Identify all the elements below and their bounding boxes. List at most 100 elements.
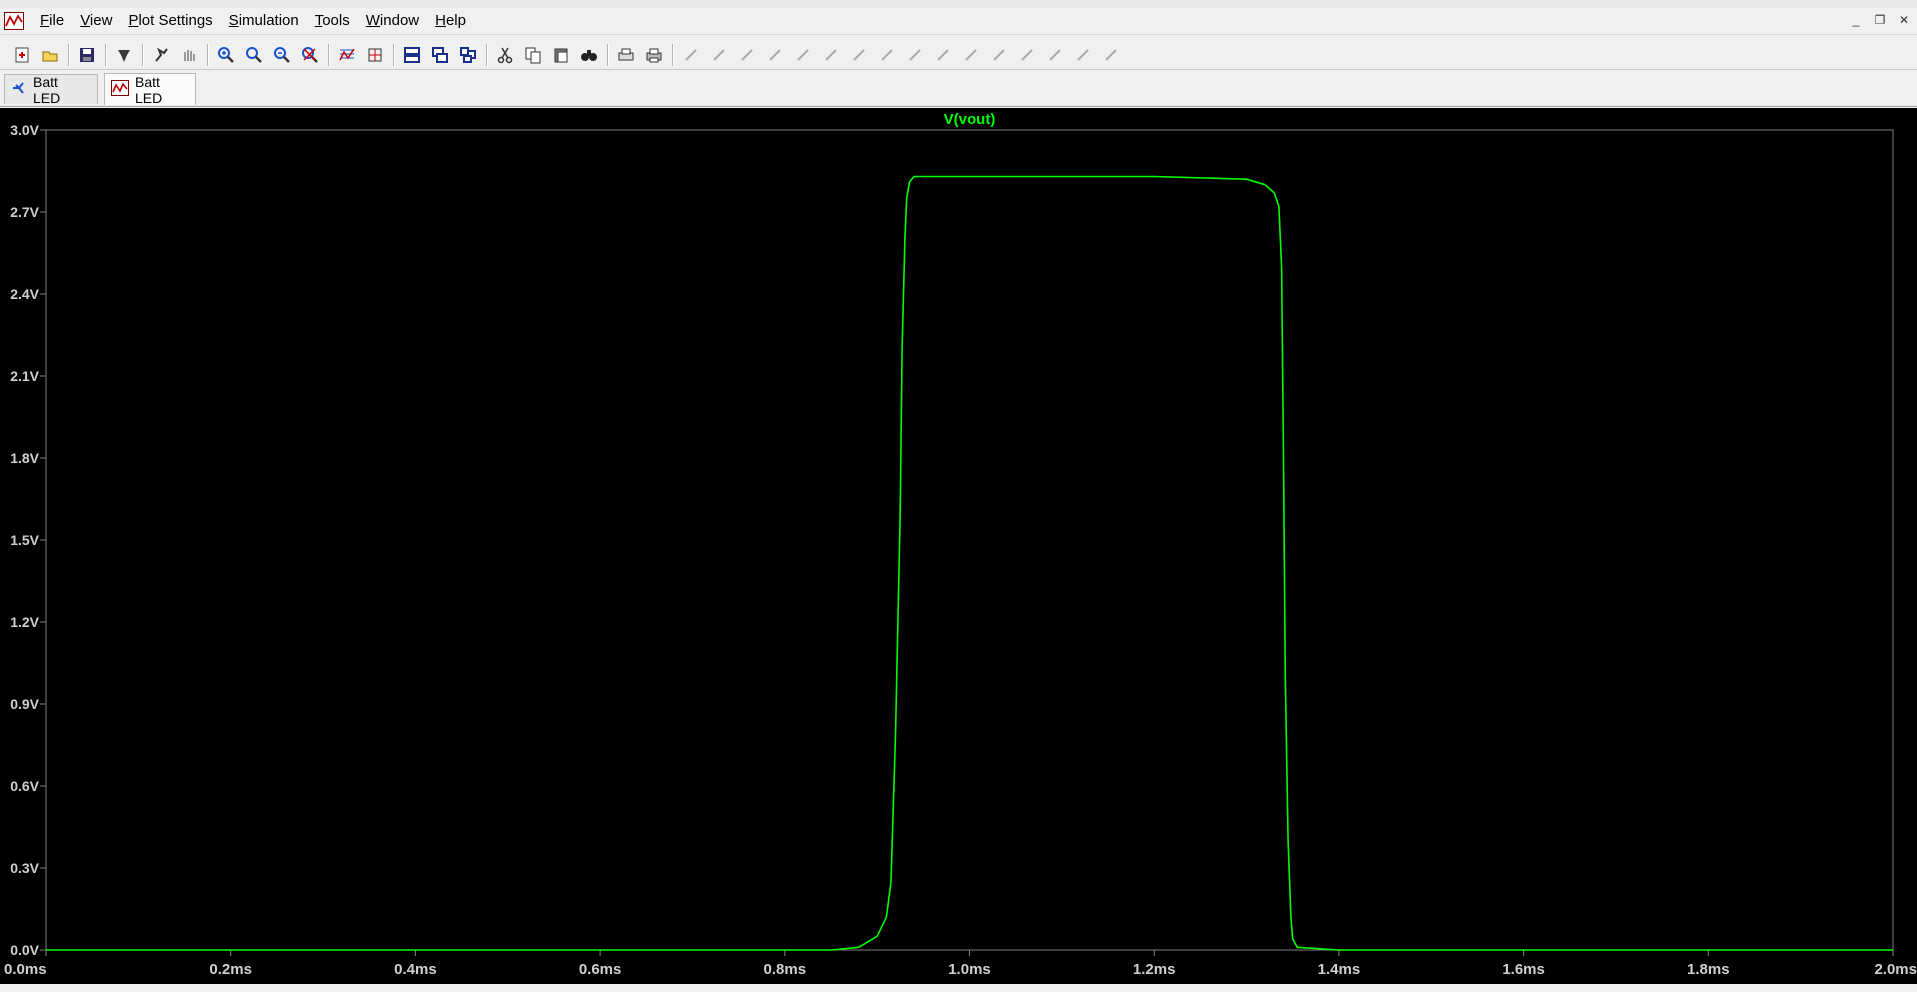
resistor-icon[interactable] xyxy=(762,42,788,68)
print-icon[interactable] xyxy=(641,42,667,68)
plot-frame xyxy=(45,129,1894,951)
y-tick-label: 1.2V xyxy=(10,614,39,630)
y-tick-label: 0.6V xyxy=(10,778,39,794)
menu-tools[interactable]: Tools xyxy=(307,10,358,32)
menu-label-rest: iew xyxy=(89,12,113,29)
zoom-out-icon[interactable] xyxy=(269,42,295,68)
tab-schematic[interactable]: Batt LED xyxy=(4,74,98,106)
open-icon[interactable] xyxy=(37,42,63,68)
control-panel-icon[interactable] xyxy=(111,42,137,68)
label-net-icon[interactable] xyxy=(734,42,760,68)
menu-view[interactable]: View xyxy=(72,10,120,32)
toolbar-separator xyxy=(328,43,329,66)
zoom-fit-icon[interactable] xyxy=(297,42,323,68)
waveform-chart[interactable]: 3.0V 2.7V 2.4V 2.1V 1.8V 1.5V 1.2V 0.9V 0.6V 0.3V… xyxy=(0,108,1917,984)
menu-label-rest: imulation xyxy=(238,12,299,29)
x-tick-label: 2.0ms xyxy=(1874,961,1917,978)
halt-icon[interactable] xyxy=(176,42,202,68)
new-schematic-icon[interactable] xyxy=(9,42,35,68)
x-tick-label: 1.4ms xyxy=(1318,961,1361,978)
tile-horizontal-icon[interactable] xyxy=(399,42,425,68)
minimize-button[interactable]: _ xyxy=(1847,12,1865,28)
zoom-area-icon[interactable] xyxy=(241,42,267,68)
tab-waveform[interactable]: Batt LED xyxy=(104,73,196,106)
menu-file[interactable]: File xyxy=(32,10,72,32)
menu-simulation[interactable]: Simulation xyxy=(221,10,307,32)
y-tick-label: 3.0V xyxy=(10,122,39,138)
zoom-full-icon[interactable] xyxy=(362,42,388,68)
rotate-icon[interactable] xyxy=(1014,42,1040,68)
x-tick-label: 0.4ms xyxy=(394,961,437,978)
menu-bar: File View Plot Settings Simulation Tools Wind… xyxy=(0,8,1917,35)
y-tick-label: 2.1V xyxy=(10,368,39,384)
x-tick-label: 0.2ms xyxy=(209,961,252,978)
run-icon[interactable] xyxy=(148,42,174,68)
toolbar-separator xyxy=(207,43,208,66)
autorange-icon[interactable] xyxy=(334,42,360,68)
component-icon[interactable] xyxy=(874,42,900,68)
chart-title[interactable]: V(vout) xyxy=(944,111,996,128)
menu-mnemonic: W xyxy=(365,12,380,29)
toolbar-separator xyxy=(393,43,394,66)
menu-label-rest: lot Settings xyxy=(138,12,213,29)
waveform-plot-pane[interactable]: 3.0V 2.7V 2.4V 2.1V 1.8V 1.5V 1.2V 0.9V 0.6V 0.3V… xyxy=(0,108,1917,984)
x-tick-label: 1.6ms xyxy=(1502,961,1545,978)
menu-plot-settings[interactable]: Plot Settings xyxy=(120,10,220,32)
move-icon[interactable] xyxy=(902,42,928,68)
toolbar xyxy=(0,40,1917,70)
mirror-icon[interactable] xyxy=(1042,42,1068,68)
wire-icon[interactable] xyxy=(678,42,704,68)
tile-vertical-icon[interactable] xyxy=(455,42,481,68)
menu-label-rest: ile xyxy=(49,12,65,29)
schematic-icon xyxy=(11,80,27,99)
x-tick-label: 0.0ms xyxy=(4,961,47,978)
paste-icon[interactable] xyxy=(548,42,574,68)
y-tick-label: 2.7V xyxy=(10,204,39,220)
y-tick-label: 2.4V xyxy=(10,286,39,302)
menu-label-rest: ools xyxy=(322,12,350,29)
toolbar-separator xyxy=(142,43,143,66)
copy-icon[interactable] xyxy=(520,42,546,68)
menu-window[interactable]: Window xyxy=(358,10,427,32)
status-bar xyxy=(0,984,1917,992)
text-icon[interactable] xyxy=(1070,42,1096,68)
tab-label: Batt LED xyxy=(135,73,163,106)
redo-icon[interactable] xyxy=(986,42,1012,68)
x-tick-label: 1.2ms xyxy=(1133,961,1176,978)
y-tick-label: 0.0V xyxy=(10,942,39,958)
cut-icon[interactable] xyxy=(492,42,518,68)
series-line-vout xyxy=(46,175,1893,951)
save-icon[interactable] xyxy=(74,42,100,68)
print-preview-icon[interactable] xyxy=(613,42,639,68)
toolbar-separator xyxy=(607,43,608,66)
close-button[interactable]: ✕ xyxy=(1895,12,1913,28)
menu-mnemonic: H xyxy=(435,12,446,29)
diode-icon[interactable] xyxy=(846,42,872,68)
menu-mnemonic: P xyxy=(128,12,139,29)
x-tick-label: 0.8ms xyxy=(764,961,807,978)
title-bar xyxy=(0,0,1917,8)
app-waveform-icon[interactable] xyxy=(4,12,24,30)
capacitor-icon[interactable] xyxy=(790,42,816,68)
x-tick-label: 1.0ms xyxy=(948,961,991,978)
waveform-icon xyxy=(111,80,129,99)
menu-mnemonic: V xyxy=(80,12,90,29)
y-tick-label: 1.8V xyxy=(10,450,39,466)
y-tick-label: 1.5V xyxy=(10,532,39,548)
menu-label-rest: elp xyxy=(445,12,466,29)
ground-icon[interactable] xyxy=(706,42,732,68)
find-icon[interactable] xyxy=(576,42,602,68)
drag-icon[interactable] xyxy=(930,42,956,68)
menu-label-rest: indow xyxy=(379,12,420,29)
menu-help[interactable]: Help xyxy=(427,10,474,32)
toolbar-separator xyxy=(486,43,487,66)
tab-bar: Batt LED Batt LED xyxy=(0,73,1917,107)
zoom-in-icon[interactable] xyxy=(213,42,239,68)
spice-directive-icon[interactable] xyxy=(1098,42,1124,68)
restore-button[interactable]: ❐ xyxy=(1871,12,1889,28)
cascade-icon[interactable] xyxy=(427,42,453,68)
undo-icon[interactable] xyxy=(958,42,984,68)
toolbar-separator xyxy=(105,43,106,66)
inductor-icon[interactable] xyxy=(818,42,844,68)
y-tick-label: 0.3V xyxy=(10,860,39,876)
